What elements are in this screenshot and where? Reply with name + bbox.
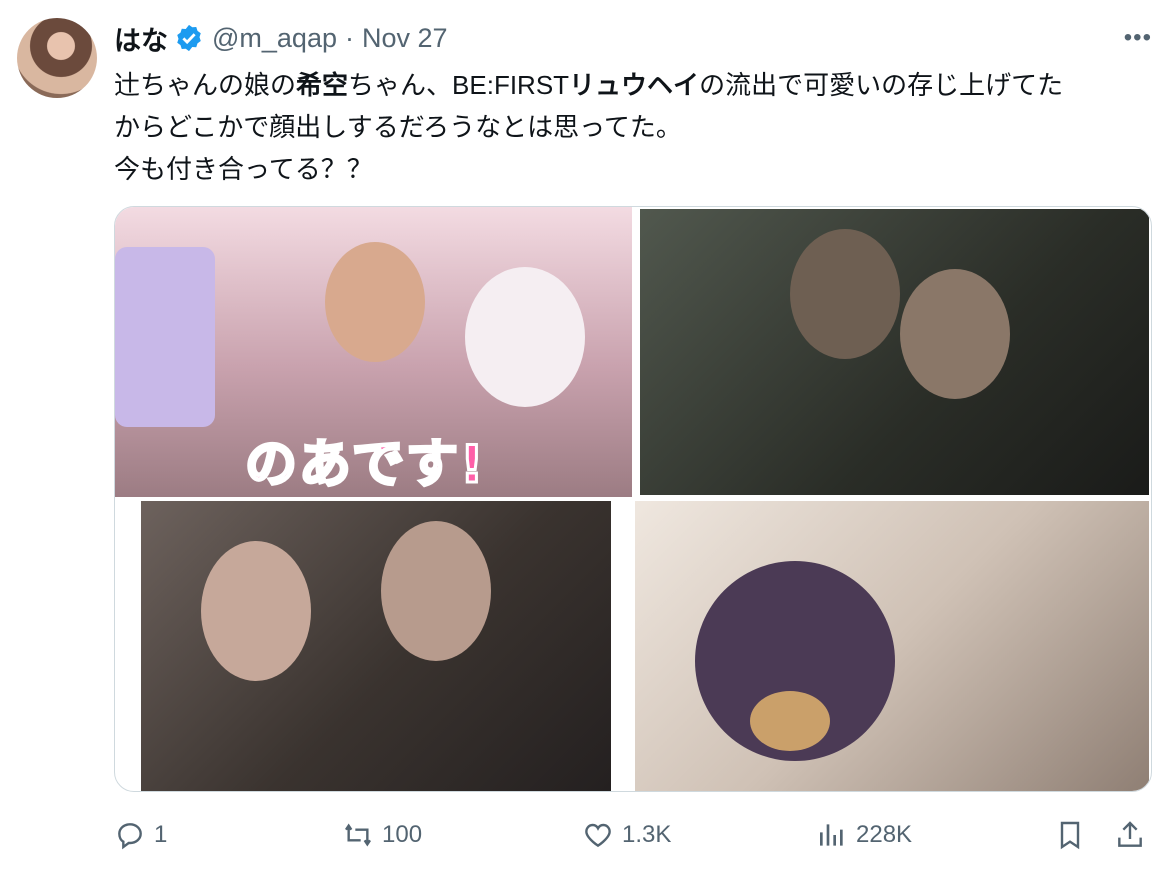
image-caption: のあです!	[244, 434, 486, 497]
reply-button[interactable]: 1	[114, 812, 167, 858]
media-image-4[interactable]	[635, 501, 1149, 791]
tweet-line-1: 辻ちゃんの娘の希空ちゃん、BE:FIRSTリュウヘイの流出で可愛いの存じ上げてた	[114, 64, 1144, 106]
more-options-icon[interactable]: •••	[1124, 24, 1152, 52]
tweet-line-3: 今も付き合ってる？？	[114, 154, 373, 184]
media-grid: のあです!	[114, 206, 1152, 792]
bookmark-button[interactable]	[1054, 812, 1094, 858]
dog-nose-filter	[750, 691, 830, 751]
reply-icon	[118, 823, 142, 850]
plush-toy	[465, 267, 585, 407]
media-image-1[interactable]: のあです!	[115, 207, 632, 497]
person-face	[201, 541, 311, 681]
text-segment: の流出で可愛いの存じ上げてた	[699, 70, 1064, 100]
views-icon	[820, 824, 843, 846]
author-handle[interactable]: @m_aqap	[212, 23, 337, 54]
media-image-2[interactable]	[640, 209, 1149, 495]
cake	[115, 247, 215, 427]
views-count: 228K	[856, 821, 913, 848]
heart-icon	[585, 823, 611, 848]
like-count: 1.3K	[622, 821, 672, 848]
author-name[interactable]: はな	[114, 19, 168, 58]
reply-count: 1	[154, 821, 168, 848]
share-button[interactable]	[1114, 812, 1154, 858]
repost-button[interactable]: 100	[342, 812, 422, 858]
tweet-line-2: からどこかで顔出しするだろうなとは思ってた。	[114, 112, 682, 142]
repost-count: 100	[382, 821, 423, 848]
bookmark-icon	[1060, 821, 1080, 850]
like-button[interactable]: 1.3K	[582, 812, 671, 858]
text-segment: 辻ちゃんの娘の	[114, 70, 297, 100]
person-face	[381, 521, 491, 661]
share-icon	[1118, 821, 1142, 847]
separator-dot: ·	[344, 22, 354, 53]
tweet-actions: 1 100 1.3K 228K	[114, 812, 1154, 858]
tweet-header: はな @m_aqap · Nov 27	[114, 20, 448, 56]
person-face	[790, 229, 900, 359]
views-button[interactable]: 228K	[816, 812, 912, 858]
repost-icon	[345, 823, 371, 847]
avatar[interactable]	[17, 18, 97, 98]
text-segment: ちゃん、BE:FIRST	[348, 70, 570, 100]
person-face	[900, 269, 1010, 399]
text-bold-segment: リュウヘイ	[569, 70, 700, 100]
tweet-date[interactable]: Nov 27	[362, 23, 448, 54]
person-face	[325, 242, 425, 362]
text-bold-segment: 希空	[296, 70, 349, 100]
media-image-3[interactable]	[141, 501, 611, 791]
tweet-text: 辻ちゃんの娘の希空ちゃん、BE:FIRSTリュウヘイの流出で可愛いの存じ上げてた…	[114, 64, 1144, 190]
verified-badge-icon	[177, 24, 201, 52]
